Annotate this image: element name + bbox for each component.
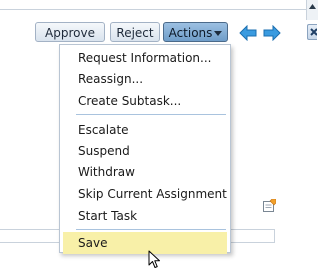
close-icon: [310, 28, 317, 36]
approve-button[interactable]: Approve: [35, 22, 105, 42]
header-divider: [0, 9, 306, 10]
chevron-down-icon: [214, 31, 222, 36]
scroll-up-arrow-icon: [309, 4, 316, 9]
menu-item-reassign[interactable]: Reassign...: [63, 68, 227, 90]
reject-button[interactable]: Reject: [110, 22, 160, 42]
actions-dropdown-button[interactable]: Actions: [163, 22, 228, 42]
menu-separator: [76, 114, 226, 115]
menu-item-suspend[interactable]: Suspend: [63, 140, 227, 162]
menu-separator: [76, 229, 226, 230]
menu-item-escalate[interactable]: Escalate: [63, 119, 227, 141]
menu-item-request-information[interactable]: Request Information...: [63, 47, 227, 69]
menu-item-create-subtask[interactable]: Create Subtask...: [63, 90, 227, 112]
mouse-pointer-icon: [148, 250, 160, 268]
note-icon[interactable]: [262, 199, 276, 213]
menu-item-skip-current-assignment[interactable]: Skip Current Assignment: [63, 183, 227, 205]
menu-item-save[interactable]: Save: [63, 232, 227, 254]
arrow-left-icon[interactable]: [239, 25, 257, 41]
actions-button-label: Actions: [168, 26, 213, 40]
scroll-up-button[interactable]: [306, 0, 318, 20]
menu-item-start-task[interactable]: Start Task: [63, 205, 227, 227]
arrow-right-icon[interactable]: [263, 25, 281, 41]
actions-menu: Request Information... Reassign... Creat…: [59, 44, 231, 254]
menu-item-withdraw[interactable]: Withdraw: [63, 161, 227, 183]
close-button[interactable]: [307, 24, 317, 40]
